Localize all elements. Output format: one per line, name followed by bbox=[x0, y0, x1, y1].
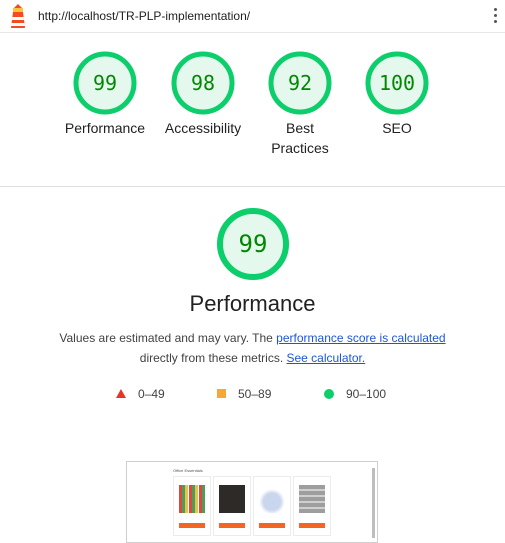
desc-text: Values are estimated and may vary. The bbox=[59, 331, 277, 345]
legend-label: 50–89 bbox=[238, 386, 272, 401]
gauge-label: Performance bbox=[64, 120, 146, 136]
gauge-label: SEO bbox=[382, 120, 412, 136]
gauge-accessibility[interactable]: 98 Accessibility bbox=[155, 50, 251, 138]
performance-description: Values are estimated and may vary. The p… bbox=[40, 328, 465, 368]
product-image bbox=[299, 485, 325, 513]
add-to-cart-mini bbox=[219, 523, 245, 528]
performance-title: Performance bbox=[189, 291, 316, 316]
product-image bbox=[179, 485, 205, 513]
add-to-cart-mini bbox=[259, 523, 285, 528]
product-image bbox=[259, 485, 285, 513]
gauge-score: 99 bbox=[92, 71, 118, 95]
page-url: http://localhost/TR-PLP-implementation/ bbox=[38, 9, 251, 23]
thumbnail-heading: Office Essentials bbox=[173, 468, 203, 473]
gauge-performance[interactable]: 99 Performance bbox=[57, 50, 153, 138]
gauge-score: 100 bbox=[378, 71, 416, 95]
gauge-best-practices[interactable]: 92 Best Practices bbox=[252, 50, 348, 158]
add-to-cart-mini bbox=[179, 523, 205, 528]
thumbnail-product-card bbox=[213, 476, 251, 536]
average-square-icon bbox=[217, 389, 226, 399]
thumbnail-product-card bbox=[293, 476, 331, 536]
see-calculator-link[interactable]: See calculator. bbox=[286, 351, 365, 365]
performance-score: 99 bbox=[238, 230, 268, 258]
product-image bbox=[219, 485, 245, 513]
gauge-score: 98 bbox=[190, 71, 216, 95]
legend-average: 50–89 bbox=[217, 386, 271, 401]
add-to-cart-mini bbox=[299, 523, 325, 528]
gauge-label: Best Practices bbox=[271, 120, 329, 156]
more-options-icon[interactable] bbox=[490, 8, 500, 26]
pass-circle-icon bbox=[324, 388, 334, 399]
thumbnail-product-card bbox=[173, 476, 211, 536]
fail-triangle-icon bbox=[116, 389, 126, 399]
score-calculated-link[interactable]: performance score is calculated bbox=[276, 331, 445, 345]
legend-poor: 0–49 bbox=[116, 386, 165, 401]
gauge-label: Accessibility bbox=[164, 120, 242, 136]
score-summary: 99 Performance 98 Accessibility 92 Best … bbox=[0, 32, 505, 187]
desc-text: directly from these metrics. bbox=[139, 351, 287, 365]
thumbnail-scrollbar bbox=[372, 468, 375, 538]
lighthouse-logo-icon bbox=[11, 4, 25, 28]
report-topbar: http://localhost/TR-PLP-implementation/ bbox=[0, 0, 505, 33]
gauge-score: 92 bbox=[287, 71, 313, 95]
gauge-seo[interactable]: 100 SEO bbox=[349, 50, 445, 138]
final-screenshot-thumbnail[interactable]: Office Essentials bbox=[126, 461, 378, 543]
legend-good: 90–100 bbox=[324, 386, 386, 401]
legend-label: 90–100 bbox=[346, 386, 387, 401]
score-legend: 0–49 50–89 90–100 bbox=[0, 386, 505, 402]
legend-label: 0–49 bbox=[138, 386, 165, 401]
thumbnail-product-card bbox=[253, 476, 291, 536]
